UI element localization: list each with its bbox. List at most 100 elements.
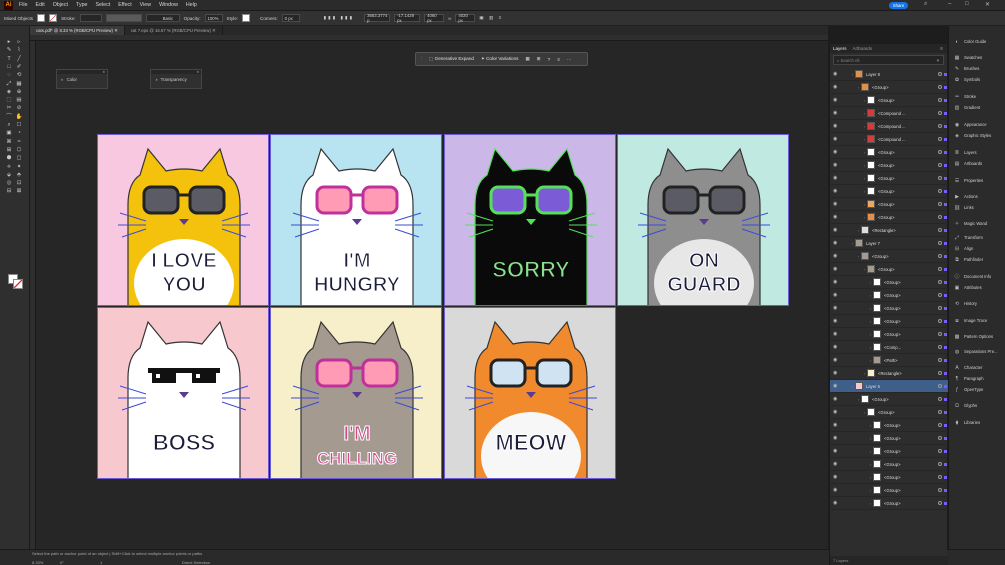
layer-name[interactable]: <Path> [884,358,898,363]
menu-help[interactable]: Help [186,2,197,8]
paintbrush-icon[interactable]: ⬘ [15,172,23,179]
artboard-6[interactable]: I'M CHILLING [270,307,442,479]
layer-name[interactable]: <Group> [884,332,901,337]
expand-chevron-icon[interactable]: › [841,371,867,376]
scissors-tool-icon[interactable]: ✂ [5,105,13,112]
visibility-eye-icon[interactable]: ◉ [833,227,841,233]
panel-document-info[interactable]: ⓘ Document Info [949,272,1005,281]
artboard-number-field[interactable]: 1 [100,560,102,565]
selection-indicator[interactable] [944,501,947,505]
y-field[interactable]: -17.1429 px [394,13,421,23]
visibility-eye-icon[interactable]: ◉ [833,240,841,246]
hand-tool-icon[interactable]: ✋ [15,114,23,121]
expand-chevron-icon[interactable]: › [841,241,855,246]
color-variations-button[interactable]: ✦ Color Variations [479,55,520,63]
layer-row[interactable]: ◉ › <Group> [830,250,948,263]
brush-profile-select[interactable]: Basic [145,14,180,22]
selection-indicator[interactable] [944,280,947,284]
shape-builder-icon[interactable]: ◈ [5,89,13,96]
target-circle-icon[interactable] [938,163,942,167]
layer-row[interactable]: ◉ › <Compound ... [830,120,948,133]
layer-row[interactable]: ◉ › <Rectangle> [830,367,948,380]
mesh-tool-icon[interactable]: ▦ [15,81,23,88]
chart-tool-icon[interactable]: ◔ [15,130,23,137]
expand-chevron-icon[interactable]: › [841,267,867,272]
target-circle-icon[interactable] [938,267,942,271]
selection-indicator[interactable] [944,85,947,89]
layer-name[interactable]: <Group> [872,85,889,90]
selection-indicator[interactable] [944,72,947,76]
layer-row[interactable]: ◉ › <Group> [830,419,948,432]
eyedropper-icon[interactable]: ◻ [15,155,23,162]
opacity-field[interactable]: 100% [204,14,223,22]
visibility-eye-icon[interactable]: ◉ [833,149,841,155]
visibility-eye-icon[interactable]: ◉ [833,344,841,350]
tab-cat7-eps[interactable]: cat 7.eps @ 16.67 % (RGB/CPU Preview) ✕ [125,26,223,35]
rotate-tool-icon[interactable]: ⟲ [15,72,23,79]
expand-chevron-icon[interactable]: › [841,332,873,337]
visibility-eye-icon[interactable]: ◉ [833,123,841,129]
expand-chevron-icon[interactable]: › [841,384,855,389]
artboard-5[interactable]: BOSS [97,307,269,479]
visibility-eye-icon[interactable]: ◉ [833,474,841,480]
stroke-swatch[interactable] [49,14,58,22]
layer-row[interactable]: ◉ › <Group> [830,458,948,471]
panel-transform[interactable]: ⤢ Transform [949,233,1005,242]
recolor-icon[interactable]: ▦ [523,55,531,63]
visibility-eye-icon[interactable]: ◉ [833,97,841,103]
layer-name[interactable]: <Group> [872,254,889,259]
expand-chevron-icon[interactable]: › [841,111,867,116]
visibility-eye-icon[interactable]: ◉ [833,448,841,454]
menu-object[interactable]: Object [53,2,68,8]
expand-chevron-icon[interactable]: › [841,228,861,233]
layer-name[interactable]: <Group> [878,163,895,168]
panel-symbols[interactable]: ✿ Symbols [949,75,1005,84]
layer-row[interactable]: ◉ › <Group> [830,302,948,315]
panel-attributes[interactable]: ▣ Attributes [949,283,1005,292]
visibility-eye-icon[interactable]: ◉ [833,253,841,259]
layer-name[interactable]: <Group> [878,176,895,181]
target-circle-icon[interactable] [938,384,942,388]
target-circle-icon[interactable] [938,280,942,284]
transform-icon[interactable]: ⊞ [535,55,543,63]
menu-window[interactable]: Window [159,2,178,8]
selection-indicator[interactable] [944,215,947,219]
menu-view[interactable]: View [140,2,151,8]
selection-indicator[interactable] [944,345,947,349]
gradient-tool-icon[interactable]: ▤ [15,97,23,104]
artboard-tool-icon[interactable]: ☐ [15,122,23,129]
layer-name[interactable]: <Group> [878,202,895,207]
target-circle-icon[interactable] [938,98,942,102]
visibility-eye-icon[interactable]: ◉ [833,357,841,363]
expand-chevron-icon[interactable]: › [841,488,873,493]
perspective-grid-icon[interactable]: ⬚ [5,97,13,104]
target-circle-icon[interactable] [938,358,942,362]
expand-chevron-icon[interactable]: › [841,306,873,311]
visibility-eye-icon[interactable]: ◉ [833,292,841,298]
direct-selection-tool-icon[interactable]: ▹ [15,39,23,46]
blend-tool-icon[interactable]: ⬢ [5,155,13,162]
layer-row[interactable]: ◉ › <Group> [830,146,948,159]
selection-indicator[interactable] [944,254,947,258]
artboard-1[interactable]: I LOVE YOU [97,134,269,306]
layer-name[interactable]: Layer 6 [866,384,880,389]
free-transform-icon[interactable]: ⊞ [5,147,13,154]
layer-row[interactable]: ◉ › <Group> [830,289,948,302]
selection-indicator[interactable] [944,436,947,440]
layer-name[interactable]: <Group> [884,475,901,480]
tab-cats-pdf[interactable]: cats.pdf* @ 8.33 % (RGB/CPU Preview) ✕ [30,26,125,35]
layer-row[interactable]: ◉ › <Group> [830,328,948,341]
visibility-eye-icon[interactable]: ◉ [833,136,841,142]
curvature-tool-icon[interactable]: ⌇ [15,47,23,54]
live-paint-icon[interactable]: ⊕ [15,89,23,96]
tab-layers[interactable]: Layers [833,46,847,51]
measure-tool-icon[interactable]: ⟡ [5,164,13,171]
panel-graphic-styles[interactable]: ◈ Graphic Styles [949,131,1005,140]
expand-chevron-icon[interactable]: › [841,410,867,415]
visibility-eye-icon[interactable]: ◉ [833,71,841,77]
panel-brushes[interactable]: ✎ Brushes [949,64,1005,73]
target-circle-icon[interactable] [938,72,942,76]
layer-name[interactable]: <Group> [884,306,901,311]
x-field[interactable]: 3663.3774 p [364,13,391,23]
layer-row[interactable]: ◉ › <Group> [830,94,948,107]
